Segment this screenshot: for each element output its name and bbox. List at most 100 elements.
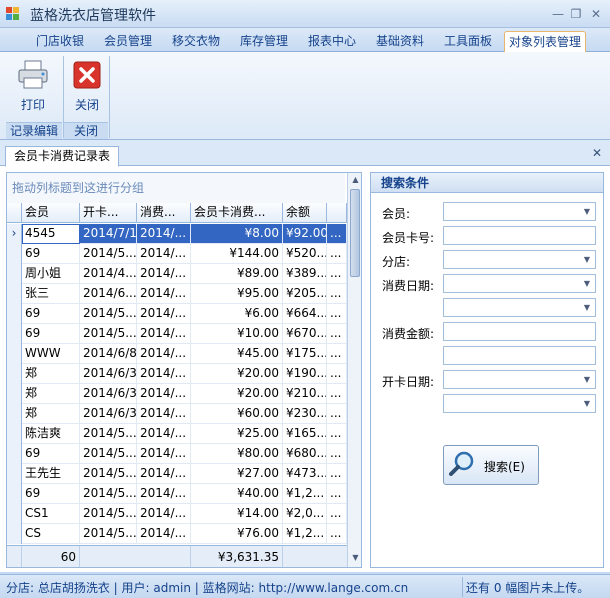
row-indicator[interactable] <box>7 364 22 384</box>
cell-card-consumption[interactable]: ¥89.00 <box>191 264 283 284</box>
cell-more[interactable]: ... <box>327 224 347 244</box>
table-row[interactable]: 陈洁爽 2014/5... 2014/... ¥25.00 ¥165...... <box>7 424 347 444</box>
chevron-down-icon[interactable]: ▼ <box>579 275 595 292</box>
cell-more[interactable]: ... <box>327 284 347 304</box>
cell-card-consumption[interactable]: ¥20.00 <box>191 384 283 404</box>
cell-more[interactable]: ... <box>327 324 347 344</box>
cell-more[interactable]: ... <box>327 344 347 364</box>
search-button[interactable]: 搜索(E) <box>443 445 539 485</box>
open-date-to[interactable]: ▼ <box>443 394 596 413</box>
cell-balance[interactable]: ¥165... <box>283 424 327 444</box>
cell-more[interactable]: ... <box>327 404 347 424</box>
cell-balance[interactable]: ¥230... <box>283 404 327 424</box>
cell-consume-date[interactable]: 2014/... <box>137 464 191 484</box>
chevron-down-icon[interactable]: ▼ <box>579 395 595 412</box>
cell-member[interactable]: 王先生 <box>22 464 80 484</box>
cell-card-consumption[interactable]: ¥27.00 <box>191 464 283 484</box>
cell-open-date[interactable]: 2014/6/3 <box>80 404 137 424</box>
scroll-thumb[interactable] <box>350 189 360 277</box>
cell-member[interactable]: 郑 <box>22 364 80 384</box>
table-row[interactable]: 周小姐 2014/4... 2014/... ¥89.00 ¥389...... <box>7 264 347 284</box>
cell-member[interactable]: 张三 <box>22 284 80 304</box>
row-selected-indicator-icon[interactable]: › <box>7 224 22 244</box>
cell-more[interactable]: ... <box>327 384 347 404</box>
cell-card-consumption[interactable]: ¥6.00 <box>191 304 283 324</box>
cell-open-date[interactable]: 2014/4... <box>80 264 137 284</box>
table-row[interactable]: 张三 2014/6... 2014/... ¥95.00 ¥205...... <box>7 284 347 304</box>
table-row[interactable]: WWW 2014/6/8 2014/... ¥45.00 ¥175...... <box>7 344 347 364</box>
cell-card-consumption[interactable]: ¥144.00 <box>191 244 283 264</box>
cell-open-date[interactable]: 2014/6/3 <box>80 384 137 404</box>
table-row[interactable]: 郑 2014/6/3 2014/... ¥20.00 ¥190...... <box>7 364 347 384</box>
minimize-icon[interactable]: — <box>550 6 566 22</box>
cell-balance[interactable]: ¥2,0... <box>283 504 327 524</box>
column-header-open-date[interactable]: 开卡... <box>80 203 137 223</box>
table-row[interactable]: 69 2014/5... 2014/... ¥10.00 ¥670...... <box>7 324 347 344</box>
cell-card-consumption[interactable]: ¥45.00 <box>191 344 283 364</box>
close-window-icon[interactable]: ✕ <box>588 6 604 22</box>
cell-card-consumption[interactable]: ¥76.00 <box>191 524 283 544</box>
amount-to-input[interactable] <box>443 346 596 365</box>
row-indicator[interactable] <box>7 464 22 484</box>
cell-member[interactable]: CS1 <box>22 504 80 524</box>
cell-member[interactable]: 陈洁爽 <box>22 424 80 444</box>
cell-more[interactable]: ... <box>327 304 347 324</box>
row-indicator[interactable] <box>7 384 22 404</box>
column-header-card-consumption[interactable]: 会员卡消费... <box>191 203 283 223</box>
cell-open-date[interactable]: 2014/5... <box>80 464 137 484</box>
row-indicator[interactable] <box>7 484 22 504</box>
chevron-down-icon[interactable]: ▼ <box>579 371 595 388</box>
cell-member[interactable]: 郑 <box>22 384 80 404</box>
consume-date-from[interactable]: ▼ <box>443 274 596 293</box>
cell-consume-date[interactable]: 2014/... <box>137 504 191 524</box>
cell-consume-date[interactable]: 2014/... <box>137 444 191 464</box>
cell-consume-date[interactable]: 2014/... <box>137 224 191 244</box>
scroll-up-icon[interactable]: ▲ <box>348 173 361 187</box>
group-by-area[interactable]: 拖动列标题到这进行分组 <box>7 173 345 203</box>
cell-balance[interactable]: ¥1,2... <box>283 524 327 544</box>
table-row[interactable]: 69 2014/5... 2014/... ¥6.00 ¥664...... <box>7 304 347 324</box>
close-button[interactable]: 关闭 <box>64 54 110 120</box>
cell-member[interactable]: 69 <box>22 324 80 344</box>
cell-card-consumption[interactable]: ¥10.00 <box>191 324 283 344</box>
cell-member[interactable]: 周小姐 <box>22 264 80 284</box>
cell-consume-date[interactable]: 2014/... <box>137 284 191 304</box>
cell-member[interactable]: 郑 <box>22 404 80 424</box>
cell-balance[interactable]: ¥205... <box>283 284 327 304</box>
table-row[interactable]: 69 2014/5... 2014/... ¥144.00 ¥520...... <box>7 244 347 264</box>
row-indicator[interactable] <box>7 284 22 304</box>
cell-card-consumption[interactable]: ¥25.00 <box>191 424 283 444</box>
cell-consume-date[interactable]: 2014/... <box>137 364 191 384</box>
cell-consume-date[interactable]: 2014/... <box>137 304 191 324</box>
cell-more[interactable]: ... <box>327 264 347 284</box>
row-indicator[interactable] <box>7 304 22 324</box>
cell-member[interactable]: 69 <box>22 304 80 324</box>
cell-balance[interactable]: ¥175... <box>283 344 327 364</box>
table-row[interactable]: 郑 2014/6/3 2014/... ¥20.00 ¥210...... <box>7 384 347 404</box>
tab-basic-data[interactable]: 基础资料 <box>366 31 434 52</box>
cell-member[interactable]: WWW <box>22 344 80 364</box>
row-indicator[interactable] <box>7 324 22 344</box>
card-number-input[interactable] <box>443 226 596 245</box>
table-row[interactable]: CS1 2014/5... 2014/... ¥14.00 ¥2,0...... <box>7 504 347 524</box>
tab-inventory[interactable]: 库存管理 <box>230 31 298 52</box>
consume-date-to[interactable]: ▼ <box>443 298 596 317</box>
cell-more[interactable]: ... <box>327 364 347 384</box>
cell-more[interactable]: ... <box>327 524 347 544</box>
cell-card-consumption[interactable]: ¥80.00 <box>191 444 283 464</box>
cell-balance[interactable]: ¥92.00 <box>283 224 327 244</box>
row-indicator[interactable] <box>7 504 22 524</box>
table-row[interactable]: 69 2014/5... 2014/... ¥40.00 ¥1,2...... <box>7 484 347 504</box>
cell-consume-date[interactable]: 2014/... <box>137 324 191 344</box>
cell-open-date[interactable]: 2014/6/3 <box>80 364 137 384</box>
cell-open-date[interactable]: 2014/6/8 <box>80 344 137 364</box>
table-row[interactable]: 郑 2014/6/3 2014/... ¥60.00 ¥230...... <box>7 404 347 424</box>
cell-member[interactable]: CS <box>22 524 80 544</box>
cell-consume-date[interactable]: 2014/... <box>137 264 191 284</box>
cell-more[interactable]: ... <box>327 504 347 524</box>
open-date-from[interactable]: ▼ <box>443 370 596 389</box>
vertical-scrollbar[interactable]: ▲ ▼ <box>347 173 361 567</box>
tab-store-checkout[interactable]: 门店收银 <box>26 31 94 52</box>
cell-member[interactable]: 69 <box>22 484 80 504</box>
cell-consume-date[interactable]: 2014/... <box>137 384 191 404</box>
